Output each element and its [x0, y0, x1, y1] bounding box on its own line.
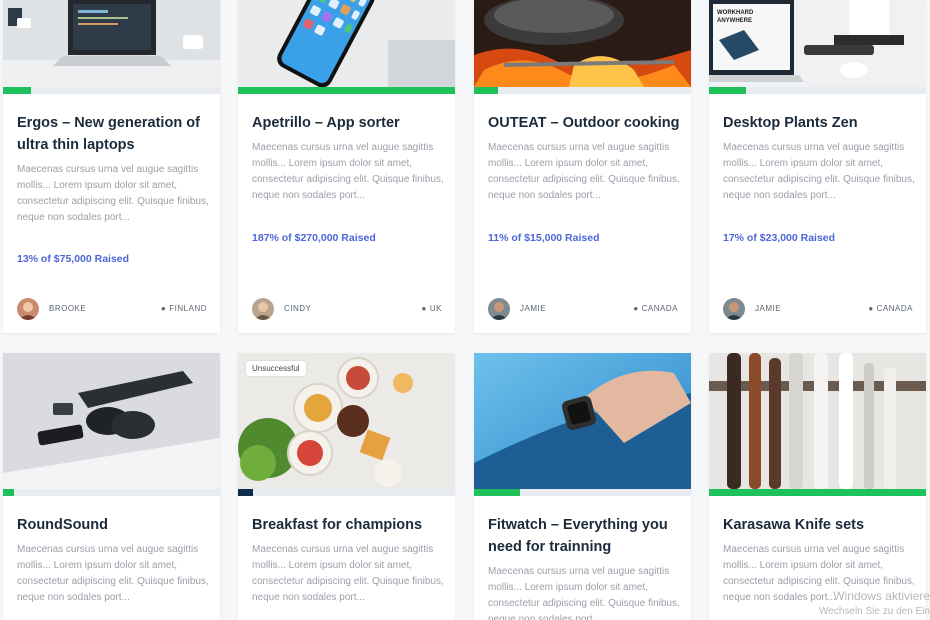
- desk-plant-laptop-image[interactable]: WORKHARD ANYWHERE: [709, 0, 926, 87]
- location-label: CANADA: [876, 304, 913, 313]
- campaign-card[interactable]: WORKHARD ANYWHERE Desktop Plants Zen Mae…: [709, 0, 926, 333]
- author-name[interactable]: CINDY: [284, 304, 311, 313]
- status-badge: Unsuccessful: [246, 361, 306, 376]
- progress-bar: [709, 489, 926, 496]
- card-description: Maecenas cursus urna vel augue sagittis …: [252, 142, 444, 201]
- campaign-card[interactable]: Karasawa Knife sets Maecenas cursus urna…: [709, 353, 926, 620]
- smartphone-image[interactable]: [238, 0, 455, 87]
- raised-amount: 11% of $15,000 Raised: [488, 232, 600, 244]
- headphones-desk-image[interactable]: [3, 353, 220, 489]
- location-pin-icon: ●: [160, 304, 167, 313]
- location-pin-icon: ●: [633, 304, 639, 313]
- progress-fill: [3, 489, 14, 496]
- progress-fill: [474, 87, 498, 94]
- card-title[interactable]: OUTEAT – Outdoor cooking: [488, 112, 680, 134]
- progress-bar: [3, 489, 220, 496]
- avatar[interactable]: [17, 298, 39, 320]
- raised-amount: 187% of $270,000 Raised: [252, 232, 376, 244]
- campaign-card[interactable]: Apetrillo – App sorter Maecenas cursus u…: [238, 0, 455, 333]
- windows-activation-watermark: Windows aktiviere Wechseln Sie zu den Ei…: [819, 588, 930, 620]
- progress-fill: [709, 87, 746, 94]
- location-label: FINLAND: [169, 304, 207, 313]
- location: ● FINLAND: [161, 304, 207, 313]
- raised-amount: 13% of $75,000 Raised: [17, 253, 130, 265]
- card-title[interactable]: RoundSound: [17, 514, 209, 536]
- card-description: Maecenas cursus urna vel augue sagittis …: [723, 142, 915, 201]
- author-name[interactable]: JAMIE: [755, 304, 781, 313]
- card-description: Maecenas cursus urna vel augue sagittis …: [17, 164, 209, 223]
- campaign-card[interactable]: Fitwatch – Everything you need for train…: [474, 353, 691, 620]
- location-pin-icon: ●: [868, 304, 874, 313]
- card-footer: JAMIE ● CANADA: [488, 298, 678, 320]
- progress-fill: [238, 87, 455, 94]
- progress-fill: [238, 489, 254, 496]
- card-description: Maecenas cursus urna vel augue sagittis …: [488, 566, 680, 620]
- campaign-card[interactable]: Unsuccessful Breakfast for champions Mae…: [238, 353, 455, 620]
- campaign-card[interactable]: Ergos – New generation of ultra thin lap…: [3, 0, 220, 333]
- card-title[interactable]: Fitwatch – Everything you need for train…: [488, 514, 680, 558]
- progress-bar: [474, 87, 691, 94]
- progress-fill: [709, 489, 926, 496]
- progress-fill: [474, 489, 520, 496]
- smartwatch-wrist-image[interactable]: [474, 353, 691, 489]
- campaign-card[interactable]: OUTEAT – Outdoor cooking Maecenas cursus…: [474, 0, 691, 333]
- card-description: Maecenas cursus urna vel augue sagittis …: [488, 142, 680, 201]
- svg-text:WORKHARD: WORKHARD: [717, 10, 754, 16]
- knife-rack-image[interactable]: [709, 353, 926, 489]
- author-name[interactable]: JAMIE: [520, 304, 546, 313]
- card-description: Maecenas cursus urna vel augue sagittis …: [17, 544, 209, 603]
- location: ● CANADA: [633, 304, 678, 313]
- watermark-line-2: Wechseln Sie zu den Ein: [819, 606, 930, 617]
- location-pin-icon: ●: [421, 304, 427, 313]
- laptop-desk-image[interactable]: [3, 0, 220, 87]
- progress-bar: [474, 489, 691, 496]
- location: ● UK: [422, 304, 442, 313]
- progress-bar: [3, 87, 220, 94]
- avatar[interactable]: [252, 298, 274, 320]
- campfire-pot-image[interactable]: [474, 0, 691, 87]
- location-label: CANADA: [641, 304, 678, 313]
- card-footer: BROOKE ● FINLAND: [17, 298, 207, 320]
- card-footer: JAMIE ● CANADA: [723, 298, 913, 320]
- progress-fill: [3, 87, 32, 94]
- location-label: UK: [429, 304, 442, 313]
- card-title[interactable]: Apetrillo – App sorter: [252, 112, 444, 134]
- svg-text:ANYWHERE: ANYWHERE: [717, 18, 752, 24]
- progress-bar: [238, 87, 455, 94]
- watermark-line-1: Windows aktiviere: [833, 589, 930, 603]
- card-description: Maecenas cursus urna vel augue sagittis …: [252, 544, 444, 603]
- avatar[interactable]: [488, 298, 510, 320]
- card-footer: CINDY ● UK: [252, 298, 442, 320]
- campaign-card[interactable]: RoundSound Maecenas cursus urna vel augu…: [3, 353, 220, 620]
- card-title[interactable]: Breakfast for champions: [252, 514, 444, 536]
- author-name[interactable]: BROOKE: [49, 304, 86, 313]
- avatar[interactable]: [723, 298, 745, 320]
- card-title[interactable]: Desktop Plants Zen: [723, 112, 915, 134]
- progress-bar: [709, 87, 926, 94]
- location: ● CANADA: [868, 304, 913, 313]
- raised-amount: 17% of $23,000 Raised: [723, 232, 836, 244]
- card-title[interactable]: Ergos – New generation of ultra thin lap…: [17, 112, 209, 156]
- card-title[interactable]: Karasawa Knife sets: [723, 514, 915, 536]
- progress-bar: [238, 489, 455, 496]
